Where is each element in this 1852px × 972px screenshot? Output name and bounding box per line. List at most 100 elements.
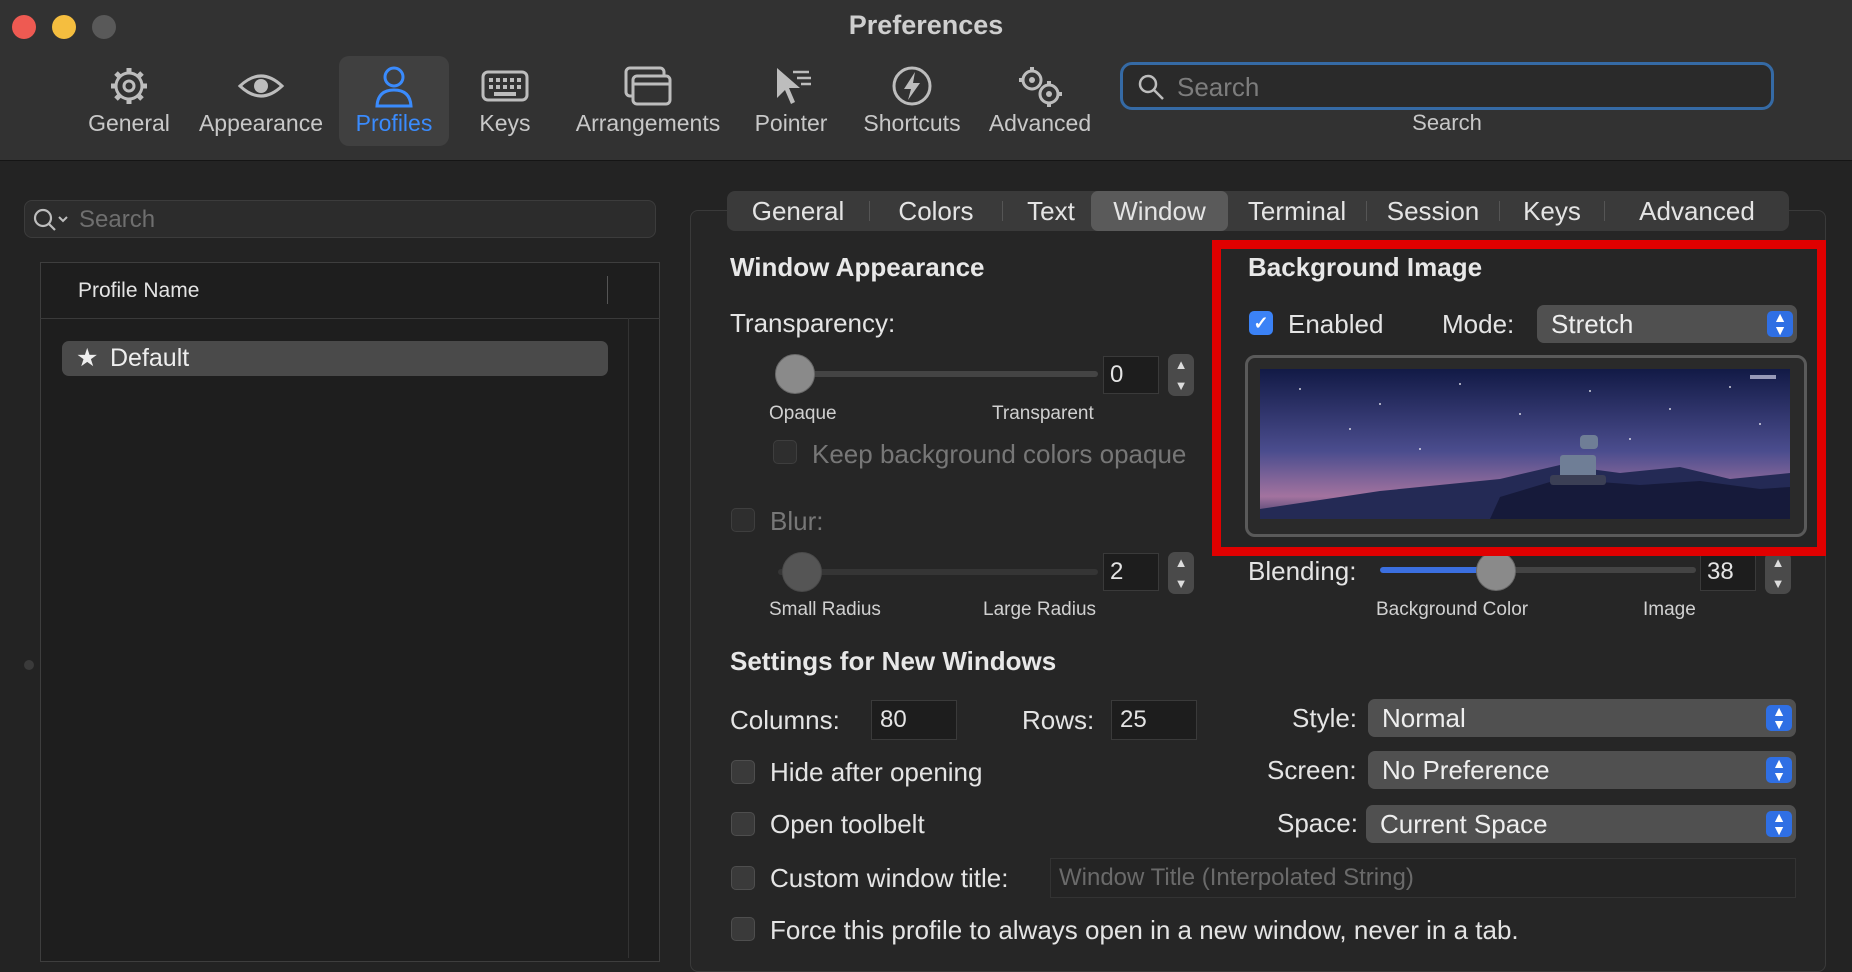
tab-colors[interactable]: Colors: [870, 191, 1002, 231]
toolbar-shortcuts-label: Shortcuts: [863, 110, 961, 136]
blending-stepper[interactable]: ▲ ▼: [1765, 552, 1791, 594]
new-windows-heading: Settings for New Windows: [730, 646, 1057, 676]
toolbar-shortcuts[interactable]: Shortcuts: [858, 56, 966, 146]
stepper-down-icon: ▼: [1174, 378, 1188, 393]
toolbar-profiles[interactable]: Profiles: [339, 56, 449, 146]
space-popup[interactable]: Current Space ▲ ▼: [1366, 805, 1796, 843]
toolbar-keys-label: Keys: [479, 110, 531, 136]
image-label: Image: [1643, 599, 1696, 620]
settings-tabs: General Colors Text Window Terminal Sess…: [727, 191, 1789, 231]
toolbar-appearance[interactable]: Appearance: [196, 56, 326, 146]
keep-bg-opaque-label: Keep background colors opaque: [812, 439, 1187, 469]
search-menu-icon: [33, 208, 68, 231]
style-label: Style:: [1292, 703, 1358, 733]
profile-name-column-header[interactable]: Profile Name: [78, 279, 199, 303]
open-toolbelt-checkbox[interactable]: [731, 812, 755, 836]
rows-label: Rows:: [1022, 705, 1095, 735]
screen-label: Screen:: [1267, 755, 1357, 785]
transparency-slider-knob[interactable]: [775, 354, 815, 394]
window-appearance-heading: Window Appearance: [730, 252, 985, 282]
blur-value-field[interactable]: 2: [1103, 553, 1159, 591]
toolbar-search-input[interactable]: [1175, 71, 1759, 103]
custom-title-checkbox[interactable]: [731, 866, 755, 890]
custom-title-field[interactable]: Window Title (Interpolated String): [1050, 858, 1796, 898]
profile-row-default[interactable]: ★ Default: [62, 341, 608, 376]
transparency-stepper[interactable]: ▲ ▼: [1168, 354, 1194, 396]
columns-label: Columns:: [730, 705, 840, 735]
eye-icon: [237, 74, 285, 98]
pointer-icon: [777, 68, 811, 104]
open-toolbelt-label: Open toolbelt: [770, 809, 925, 839]
person-icon: [375, 66, 413, 108]
toolbar-search-field[interactable]: [1120, 62, 1774, 110]
tab-advanced[interactable]: Advanced: [1605, 191, 1789, 231]
blending-slider-knob[interactable]: [1476, 551, 1516, 591]
tab-session[interactable]: Session: [1367, 191, 1499, 231]
stepper-down-icon: ▼: [1771, 576, 1785, 591]
column-divider: [607, 276, 608, 304]
gears-icon: [1019, 67, 1062, 107]
window-title: Preferences: [848, 10, 1004, 40]
space-label: Space:: [1277, 808, 1358, 838]
toolbar-general-label: General: [88, 110, 170, 136]
stepper-down-icon: ▼: [1174, 576, 1188, 591]
tab-terminal[interactable]: Terminal: [1228, 191, 1366, 231]
windows-icon: [624, 66, 672, 106]
toolbar-advanced[interactable]: Advanced: [986, 56, 1094, 146]
star-icon: ★: [76, 344, 99, 372]
background-color-label: Background Color: [1376, 599, 1529, 620]
transparency-slider-track[interactable]: [776, 371, 1098, 377]
toolbar-pointer-label: Pointer: [754, 110, 828, 136]
blur-slider-track[interactable]: [778, 569, 1098, 575]
tab-window[interactable]: Window: [1091, 191, 1228, 231]
toolbar-general[interactable]: General: [78, 56, 180, 146]
toolbar-profiles-label: Profiles: [355, 110, 433, 136]
blending-label: Blending:: [1248, 556, 1357, 586]
screen-value: No Preference: [1382, 755, 1550, 785]
transparency-label: Transparency:: [730, 308, 896, 338]
hide-after-opening-label: Hide after opening: [770, 757, 983, 787]
toolbar-advanced-label: Advanced: [988, 110, 1092, 136]
hide-after-opening-checkbox[interactable]: [731, 760, 755, 784]
profile-search-field[interactable]: [24, 200, 656, 238]
toolbar-arrangements[interactable]: Arrangements: [568, 56, 728, 146]
blending-slider-track[interactable]: [1496, 567, 1696, 573]
opaque-label: Opaque: [769, 403, 837, 424]
list-separator: [628, 318, 629, 958]
blur-label: Blur:: [770, 506, 824, 536]
stepper-up-icon: ▲: [1174, 357, 1188, 372]
keyboard-icon: [481, 70, 529, 102]
custom-title-label: Custom window title:: [770, 863, 1009, 893]
search-icon: [1138, 74, 1164, 100]
tab-text[interactable]: Text: [1003, 191, 1099, 231]
blur-checkbox[interactable]: [731, 508, 755, 532]
chevron-updown-icon: ▲ ▼: [1766, 756, 1792, 783]
transparent-label: Transparent: [992, 403, 1094, 424]
chevron-updown-icon: ▲ ▼: [1766, 810, 1792, 837]
keep-bg-opaque-checkbox[interactable]: [773, 440, 797, 464]
large-radius-label: Large Radius: [983, 599, 1097, 620]
toolbar-arrangements-label: Arrangements: [575, 110, 721, 136]
blending-value-field[interactable]: 38: [1700, 553, 1756, 591]
stepper-up-icon: ▲: [1174, 555, 1188, 570]
profile-list-header: Profile Name: [40, 262, 660, 319]
toolbar-keys[interactable]: Keys: [470, 56, 540, 146]
style-popup[interactable]: Normal ▲ ▼: [1368, 699, 1796, 737]
highlight-box: [1212, 240, 1826, 556]
screen-popup[interactable]: No Preference ▲ ▼: [1368, 751, 1796, 789]
chevron-updown-icon: ▲ ▼: [1766, 704, 1792, 731]
profile-search-input[interactable]: [77, 205, 641, 235]
tab-keys[interactable]: Keys: [1500, 191, 1604, 231]
columns-field[interactable]: 80: [871, 700, 957, 740]
space-value: Current Space: [1380, 809, 1548, 839]
force-new-window-checkbox[interactable]: [731, 917, 755, 941]
blur-slider-knob[interactable]: [782, 552, 822, 592]
transparency-value-field[interactable]: 0: [1103, 356, 1159, 394]
tab-general[interactable]: General: [727, 191, 869, 231]
blur-stepper[interactable]: ▲ ▼: [1168, 552, 1194, 594]
gear-icon: [111, 68, 147, 104]
toolbar-pointer[interactable]: Pointer: [746, 56, 836, 146]
style-value: Normal: [1382, 703, 1466, 733]
split-view-handle[interactable]: [24, 660, 34, 670]
rows-field[interactable]: 25: [1111, 700, 1197, 740]
